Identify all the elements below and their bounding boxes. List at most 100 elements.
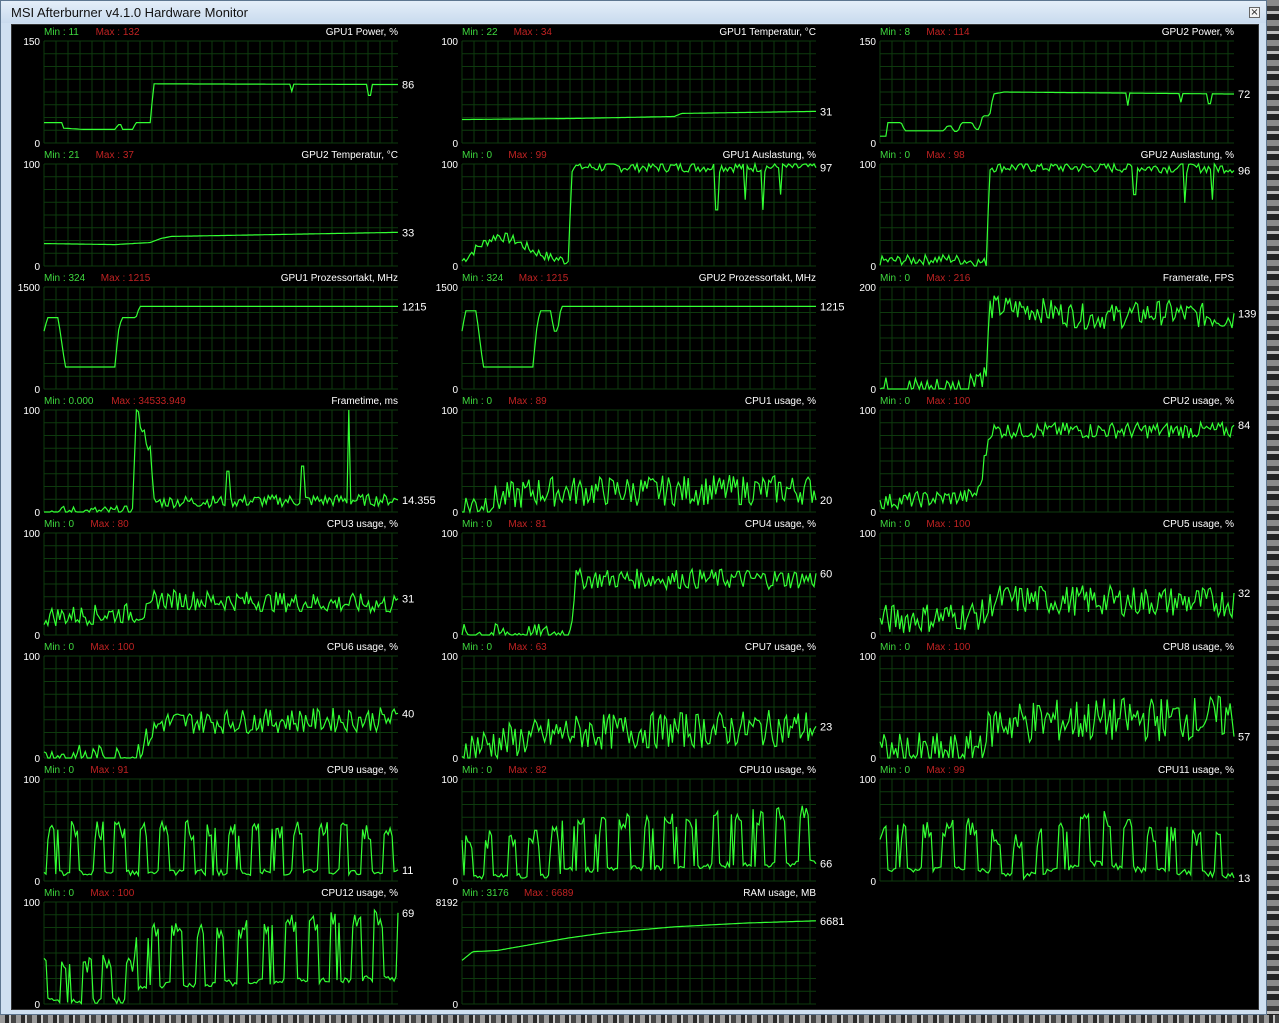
graph-current-value: 66: [820, 859, 832, 871]
graph-min-label: Min : 0: [880, 273, 910, 284]
graph-max-label: Max : 34: [514, 27, 553, 38]
graph-current-value: 1215: [820, 301, 844, 313]
graph-min-label: Min : 0: [880, 150, 910, 161]
graph-current-value: 14.355: [402, 495, 436, 507]
graph-axis-min: 0: [870, 139, 876, 150]
graph-min-label: Min : 0: [44, 519, 74, 530]
graph-min-label: Min : 0: [44, 765, 74, 776]
graph-current-value: 11: [402, 865, 413, 877]
graph-title: CPU8 usage, %: [1163, 642, 1234, 653]
graph-title: GPU1 Auslastung, %: [723, 150, 816, 161]
graph-current-value: 23: [820, 721, 832, 733]
graph-title: CPU9 usage, %: [327, 765, 398, 776]
graph-max-label: Max : 100: [926, 396, 970, 407]
graph-current-value: 32: [1238, 588, 1250, 600]
graph-14: Min : 0 Max : 100 CPU5 usage, % 100 0 32: [859, 519, 1250, 642]
graph-min-label: Min : 0.000: [44, 396, 94, 407]
graph-min-label: Min : 0: [462, 642, 492, 653]
graph-current-value: 33: [402, 227, 414, 239]
graph-current-value: 86: [402, 80, 414, 92]
graph-max-label: Max : 6689: [524, 888, 574, 899]
graph-title: CPU6 usage, %: [327, 642, 398, 653]
graph-axis-min: 0: [870, 508, 876, 519]
graph-20: Min : 0 Max : 99 CPU11 usage, % 100 0 13: [859, 765, 1250, 888]
graph-grid: [461, 286, 816, 390]
graph-axis-min: 0: [452, 754, 458, 765]
graph-series-line: [43, 305, 398, 368]
graph-axis-max: 100: [23, 775, 40, 786]
graph-grid: [879, 532, 1234, 636]
graph-title: CPU11 usage, %: [1158, 765, 1234, 776]
graph-grid: [461, 40, 816, 144]
graph-max-label: Max : 100: [90, 888, 134, 899]
graphs-canvas: Min : 11 Max : 132 GPU1 Power, %150086Min …: [18, 27, 1257, 1009]
graph-min-label: Min : 8: [880, 27, 910, 38]
graph-current-value: 40: [402, 708, 414, 720]
graph-title: Frametime, ms: [331, 396, 398, 407]
graph-title: CPU4 usage, %: [745, 519, 816, 530]
graph-title: CPU12 usage, %: [321, 888, 398, 899]
graph-axis-max: 150: [23, 37, 40, 48]
graph-title: GPU2 Prozessortakt, MHz: [699, 273, 816, 284]
graph-min-label: Min : 0: [880, 519, 910, 530]
graph-axis-max: 8192: [436, 898, 459, 909]
graph-grid: [43, 532, 398, 636]
graph-axis-max: 150: [859, 37, 876, 48]
graph-21: Min : 0 Max : 100 CPU12 usage, % 100 0 69: [23, 888, 414, 1009]
graph-grid: [879, 286, 1234, 390]
graph-axis-max: 100: [23, 160, 40, 171]
graph-axis-max: 100: [441, 775, 458, 786]
graph-grid: [461, 901, 816, 1005]
graph-min-label: Min : 324: [44, 273, 86, 284]
graph-series-line: [462, 110, 816, 121]
graph-axis-max: 100: [859, 160, 876, 171]
graph-series-line: [43, 819, 399, 878]
graph-5: Min : 0 Max : 98 GPU2 Auslastung, % 100 0 96: [859, 150, 1250, 273]
graph-title: CPU1 usage, %: [745, 396, 816, 407]
graph-axis-max: 1500: [436, 283, 459, 294]
graph-axis-min: 0: [34, 877, 40, 888]
graph-grid: [43, 40, 398, 144]
graph-grid: [461, 163, 816, 267]
graph-series-line: [44, 231, 399, 246]
graph-grid: [43, 778, 398, 882]
graph-max-label: Max : 91: [90, 765, 129, 776]
graph-max-label: Max : 80: [90, 519, 129, 530]
close-icon[interactable]: ×: [1249, 7, 1260, 18]
graph-title: GPU2 Power, %: [1162, 27, 1234, 38]
graph-current-value: 31: [402, 594, 414, 606]
desktop-background: [1267, 0, 1279, 1023]
graph-axis-min: 0: [870, 877, 876, 888]
graph-axis-min: 0: [452, 139, 458, 150]
graph-22: Min : 3176 Max : 6689 RAM usage, MB 8192 0 66…: [436, 888, 845, 1009]
graph-min-label: Min : 0: [44, 888, 74, 899]
graph-9: Min : 0.000 Max : 34533.949 Frametime, ms 1…: [23, 396, 435, 519]
graph-axis-max: 100: [441, 406, 458, 417]
graph-axis-min: 0: [452, 1000, 458, 1009]
graph-series-line: [879, 695, 1235, 761]
graph-grid: [43, 901, 398, 1005]
graph-12: Min : 0 Max : 80 CPU3 usage, % 100 0 31: [23, 519, 414, 642]
graph-axis-max: 100: [859, 406, 876, 417]
graph-1: Min : 22 Max : 34 GPU1 Temperatur, °C 100 0 3…: [441, 27, 832, 150]
graph-series-line: [461, 566, 817, 638]
hardware-monitor-window: MSI Afterburner v4.1.0 Hardware Monitor …: [0, 0, 1267, 1015]
graph-axis-min: 0: [34, 262, 40, 273]
graph-axis-min: 0: [870, 631, 876, 642]
graph-axis-max: 1500: [18, 283, 41, 294]
graph-max-label: Max : 37: [96, 150, 135, 161]
graph-max-label: Max : 34533.949: [111, 396, 186, 407]
graph-max-label: Max : 100: [926, 642, 970, 653]
graph-series-line: [43, 908, 399, 1005]
graph-title: CPU5 usage, %: [1163, 519, 1234, 530]
graph-axis-min: 0: [34, 139, 40, 150]
title-bar[interactable]: MSI Afterburner v4.1.0 Hardware Monitor …: [1, 1, 1266, 23]
graph-series-line: [43, 588, 399, 628]
graph-axis-max: 100: [23, 406, 40, 417]
graph-7: Min : 324 Max : 1215 GPU2 Prozessortakt, M…: [436, 273, 845, 396]
graph-axis-min: 0: [34, 754, 40, 765]
graph-max-label: Max : 81: [508, 519, 547, 530]
graph-max-label: Max : 99: [508, 150, 547, 161]
graph-axis-max: 100: [23, 529, 40, 540]
graph-15: Min : 0 Max : 100 CPU6 usage, % 100 0 40: [23, 642, 414, 765]
